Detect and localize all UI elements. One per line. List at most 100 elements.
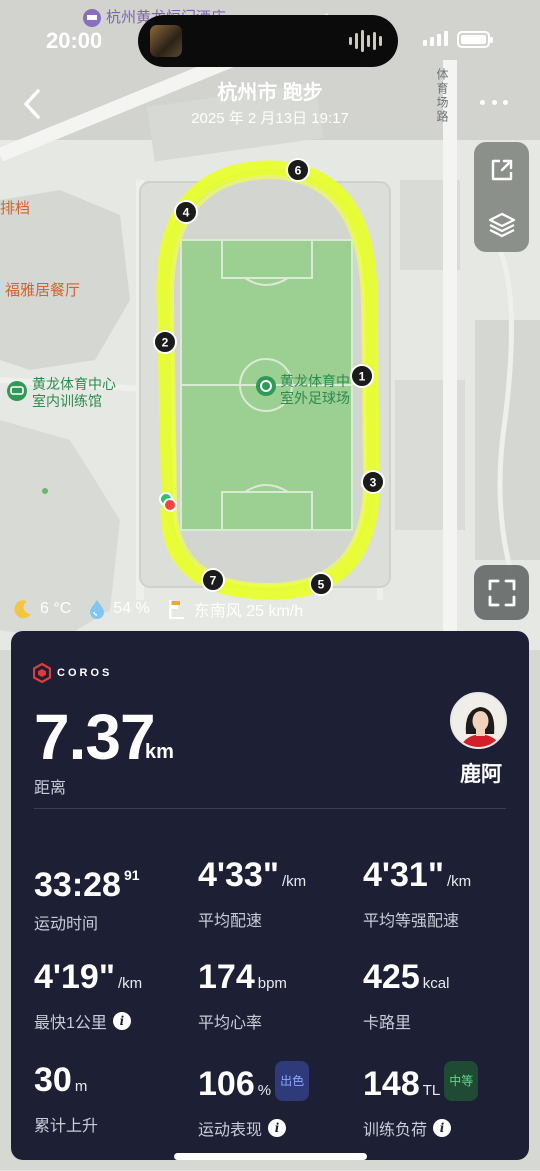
- chevron-left-icon: [24, 89, 40, 119]
- stat-unit: m: [74, 1078, 88, 1095]
- stat-label: 训练负荷: [363, 1122, 428, 1139]
- wind-flag-icon: [168, 600, 184, 619]
- brand-name: COROS: [57, 667, 113, 679]
- user-name[interactable]: 鹿阿: [431, 758, 531, 788]
- home-indicator[interactable]: [174, 1153, 367, 1160]
- stat-duration: 33:28 91 运动时间: [34, 856, 194, 934]
- stat-label: 运动时间: [34, 916, 99, 933]
- km-marker-1: 1: [350, 364, 374, 388]
- stat-label: 卡路里: [363, 1015, 412, 1032]
- performance-badge: 出色: [275, 1061, 310, 1101]
- layers-icon: [488, 212, 515, 237]
- map-label-line: 黄龙体育中心: [32, 376, 116, 392]
- avatar[interactable]: [450, 692, 507, 749]
- status-time: 20:00: [46, 28, 103, 53]
- divider: [34, 808, 506, 809]
- signal-icon: [423, 31, 448, 46]
- stat-label: 运动表现: [198, 1122, 263, 1139]
- user-avatar-image: [452, 694, 505, 747]
- distance-label: 距离: [34, 780, 67, 797]
- stat-value: 148: [363, 1065, 420, 1103]
- stat-unit: %: [257, 1082, 272, 1099]
- svg-text:6: 6: [295, 164, 302, 178]
- humidity-value: 54 %: [113, 600, 150, 617]
- activity-summary-card: COROS 7.37 km 距离 鹿阿 33:28 91 运动时间 4'33"/k…: [11, 631, 529, 1160]
- map-controls: [474, 142, 529, 252]
- dynamic-island[interactable]: [138, 15, 398, 67]
- fullscreen-button[interactable]: [474, 565, 529, 620]
- stat-avg-pace: 4'33"/km 平均配速: [198, 856, 358, 931]
- wind-value: 东南风 25 km/h: [193, 603, 304, 620]
- stat-value: 4'33": [198, 856, 279, 894]
- weather-bar: 6 °C 54 % 东南风 25 km/h: [12, 597, 319, 621]
- distance-unit: km: [145, 741, 174, 763]
- more-dots-icon: [480, 100, 485, 105]
- map-label-line: 黄龙体育中: [280, 373, 350, 389]
- stat-value-centiseconds: 91: [123, 867, 140, 883]
- stat-label: 平均配速: [198, 913, 263, 930]
- stat-unit: /km: [281, 873, 307, 890]
- audio-wave-icon: [349, 29, 382, 53]
- stat-unit: /km: [446, 873, 472, 890]
- more-options-button[interactable]: [480, 100, 508, 108]
- info-icon[interactable]: i: [112, 1012, 131, 1030]
- km-marker-4: 4: [174, 200, 198, 224]
- stat-training-load: 148 TL中等 训练负荷 i: [363, 1061, 523, 1140]
- stat-value: 4'19": [34, 958, 115, 996]
- fullscreen-icon: [488, 579, 515, 606]
- svg-text:5: 5: [318, 578, 325, 592]
- stat-calories: 425 kcal 卡路里: [363, 958, 523, 1033]
- water-drop-icon: [90, 600, 105, 619]
- svg-text:1: 1: [359, 370, 366, 384]
- svg-text:4: 4: [183, 206, 190, 220]
- stat-value: 174: [198, 958, 255, 996]
- stat-label: 平均心率: [198, 1015, 263, 1032]
- stat-value: 33:28: [34, 866, 121, 904]
- brand-logo: COROS: [33, 663, 112, 683]
- training-load-badge: 中等: [444, 1061, 479, 1101]
- map-label-line: 室内训练馆: [32, 393, 102, 409]
- stat-label: 平均等强配速: [363, 913, 460, 930]
- map-label-outdoor-field: 黄龙体育中 室外足球场: [280, 373, 350, 407]
- stat-label: 累计上升: [34, 1118, 99, 1135]
- km-marker-7: 7: [201, 568, 225, 592]
- layers-button[interactable]: [474, 197, 529, 252]
- share-icon: [491, 159, 512, 180]
- stat-grade-adjusted-pace: 4'31"/km 平均等强配速: [363, 856, 523, 931]
- map-label-restaurant: 福雅居餐厅: [5, 282, 81, 299]
- stat-unit: TL: [422, 1082, 441, 1099]
- temperature-value: 6 °C: [40, 600, 72, 617]
- page-title: 杭州市 跑步: [217, 82, 323, 104]
- info-icon[interactable]: i: [268, 1119, 287, 1137]
- km-marker-2: 2: [153, 330, 177, 354]
- activity-datetime: 2025 年 2 月13日 19:17: [191, 110, 349, 127]
- stat-value: 30: [34, 1061, 72, 1099]
- back-button[interactable]: [18, 86, 48, 122]
- share-button[interactable]: [474, 142, 529, 197]
- stat-fastest-km: 4'19"/km 最快1公里 i: [34, 958, 194, 1033]
- svg-text:7: 7: [210, 574, 217, 588]
- stat-avg-heart-rate: 174 bpm 平均心率: [198, 958, 358, 1033]
- stat-value: 425: [363, 958, 420, 996]
- distance-value: 7.37: [34, 701, 156, 773]
- battery-icon: [457, 31, 493, 48]
- coros-logo-icon: [33, 663, 51, 683]
- map-label-road: 体育场路: [435, 68, 449, 124]
- svg-text:2: 2: [162, 336, 169, 350]
- info-icon[interactable]: i: [433, 1119, 452, 1137]
- stat-value: 106: [198, 1065, 255, 1103]
- stat-label: 最快1公里: [34, 1015, 107, 1032]
- stat-unit: /km: [117, 975, 143, 992]
- stat-value: 4'31": [363, 856, 444, 894]
- map-label-line: 室外足球场: [280, 390, 350, 406]
- stat-unit: bpm: [257, 975, 287, 992]
- svg-text:3: 3: [370, 476, 377, 490]
- km-marker-6: 6: [286, 158, 310, 182]
- stat-elevation-gain: 30 m 累计上升: [34, 1061, 194, 1136]
- map-label-indoor-hall: 黄龙体育中心 室内训练馆: [32, 376, 116, 410]
- now-playing-thumbnail: [150, 25, 182, 57]
- stat-unit: kcal: [422, 975, 450, 992]
- map-label-partial: 排档: [0, 200, 31, 217]
- stat-performance: 106 %出色 运动表现 i: [198, 1061, 358, 1140]
- km-marker-5: 5: [309, 572, 333, 596]
